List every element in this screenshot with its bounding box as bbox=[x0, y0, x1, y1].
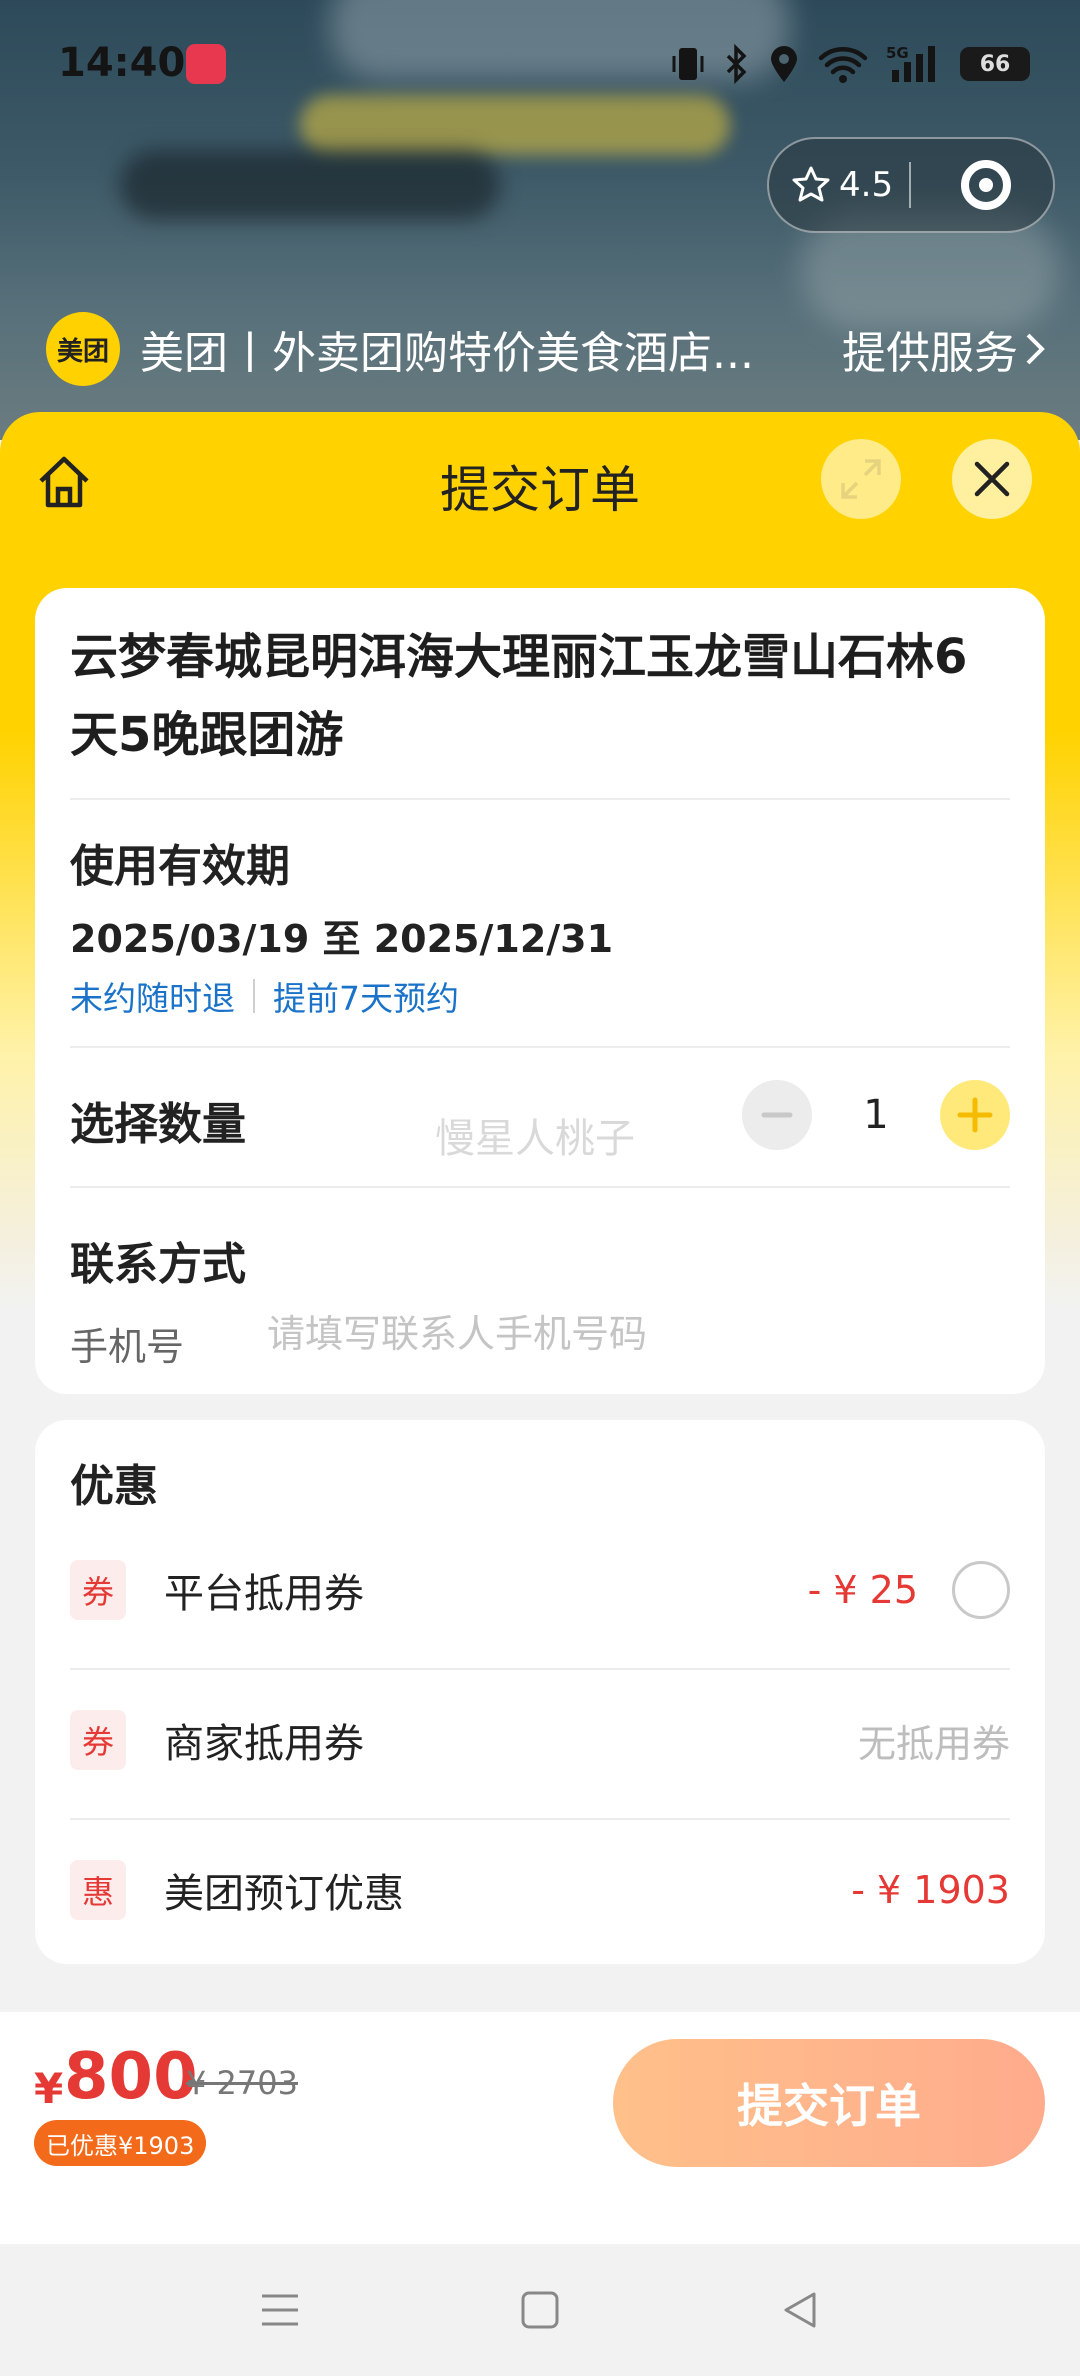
divider bbox=[70, 1046, 1010, 1048]
saved-badge: 已优惠¥1903 bbox=[34, 2120, 207, 2166]
provider-name: 美团丨外卖团购特价美食酒店... bbox=[140, 328, 754, 379]
divider bbox=[70, 1186, 1010, 1188]
status-time: 14:40 bbox=[58, 40, 186, 86]
expand-icon bbox=[841, 459, 881, 499]
page-title: 提交订单 bbox=[440, 461, 640, 519]
total-price: 800 bbox=[64, 2040, 198, 2114]
star-icon bbox=[792, 166, 830, 202]
divider bbox=[70, 798, 1010, 800]
capsule-divider bbox=[909, 162, 911, 208]
product-title: 云梦春城昆明洱海大理丽江玉龙雪山石林6天5晚跟团游 bbox=[70, 629, 968, 763]
watermark-text: 慢星人桃子 bbox=[435, 1116, 635, 1162]
sheet-header: 提交订单 bbox=[0, 412, 1080, 548]
home-square-icon[interactable] bbox=[520, 2290, 560, 2330]
close-icon bbox=[974, 461, 1010, 497]
divider bbox=[70, 1668, 1010, 1670]
product-card: 云梦春城昆明洱海大理丽江玉龙雪山石林6天5晚跟团游 使用有效期 2025/03/… bbox=[35, 588, 1045, 1394]
policy-tags: 未约随时退 提前7天预约 bbox=[70, 972, 459, 1020]
submit-order-button[interactable]: 提交订单 bbox=[613, 2039, 1045, 2167]
no-coupon-note: 无抵用券 bbox=[857, 1721, 1010, 1766]
coupon-badge: 券 bbox=[70, 1710, 126, 1770]
tag-refund[interactable]: 未约随时退 bbox=[70, 972, 235, 1020]
discount-title: 优惠 bbox=[70, 1461, 158, 1512]
coupon-badge: 券 bbox=[70, 1560, 126, 1620]
discount-row-platform-coupon[interactable]: 券 平台抵用券 - ¥ 25 bbox=[70, 1550, 1010, 1630]
minus-icon bbox=[761, 1112, 793, 1118]
discount-card: 优惠 券 平台抵用券 - ¥ 25 券 商家抵用券 无抵用券 惠 美团预订优惠 … bbox=[35, 1420, 1045, 1964]
discount-amount: - ¥ 1903 bbox=[851, 1868, 1010, 1912]
tag-reservation[interactable]: 提前7天预约 bbox=[273, 972, 459, 1020]
wifi-icon bbox=[818, 47, 868, 83]
service-provider-bar[interactable]: 美团 美团丨外卖团购特价美食酒店... 提供服务 bbox=[46, 312, 1046, 386]
menu-icon[interactable] bbox=[260, 2290, 300, 2330]
provider-service-link[interactable]: 提供服务 bbox=[842, 317, 1046, 381]
bluetooth-icon bbox=[726, 44, 747, 84]
app-notification-icon bbox=[186, 44, 226, 84]
mini-program-capsule: 4.5 bbox=[767, 137, 1055, 233]
plus-icon bbox=[957, 1097, 993, 1133]
original-price: ¥ 2703 bbox=[186, 2064, 298, 2102]
status-bar: 14:40 5G 66 bbox=[0, 0, 1080, 130]
rating-button[interactable]: 4.5 bbox=[769, 165, 909, 205]
validity-range: 2025/03/19 至 2025/12/31 bbox=[70, 917, 614, 961]
discount-label: 商家抵用券 bbox=[164, 1721, 364, 1767]
vibrate-icon bbox=[672, 48, 704, 80]
phone-input[interactable] bbox=[267, 1306, 987, 1362]
contact-label: 联系方式 bbox=[70, 1239, 246, 1290]
discount-label: 平台抵用券 bbox=[164, 1571, 364, 1617]
close-miniprogram-icon[interactable] bbox=[961, 160, 1011, 210]
battery-level: 66 bbox=[979, 51, 1011, 77]
promo-badge: 惠 bbox=[70, 1860, 126, 1920]
discount-amount: - ¥ 25 bbox=[807, 1568, 918, 1612]
signal-5g-icon: 5G bbox=[886, 44, 935, 82]
meituan-logo: 美团 bbox=[46, 312, 120, 386]
currency-symbol: ¥ bbox=[34, 2064, 64, 2113]
battery-indicator: 66 bbox=[960, 47, 1030, 81]
decrease-quantity-button[interactable] bbox=[742, 1080, 812, 1150]
discount-row-merchant-coupon[interactable]: 券 商家抵用券 无抵用券 bbox=[70, 1700, 1010, 1780]
location-icon bbox=[771, 46, 797, 82]
tag-separator bbox=[253, 979, 255, 1013]
increase-quantity-button[interactable] bbox=[940, 1080, 1010, 1150]
system-nav-bar bbox=[0, 2244, 1080, 2376]
close-button[interactable] bbox=[952, 439, 1032, 519]
status-icons: 5G 66 bbox=[670, 44, 1030, 84]
quantity-value: 1 bbox=[863, 1092, 889, 1138]
checkout-bar: ¥ 800 ¥ 2703 已优惠¥1903 提交订单 bbox=[0, 2012, 1080, 2244]
rating-value: 4.5 bbox=[839, 165, 894, 205]
coupon-radio[interactable] bbox=[952, 1561, 1010, 1619]
svg-text:5G: 5G bbox=[886, 44, 909, 62]
expand-button[interactable] bbox=[821, 439, 901, 519]
validity-label: 使用有效期 bbox=[70, 841, 290, 892]
provider-service-label: 提供服务 bbox=[842, 328, 1018, 379]
back-icon[interactable] bbox=[780, 2290, 820, 2330]
discount-row-booking: 惠 美团预订优惠 - ¥ 1903 bbox=[70, 1850, 1010, 1930]
phone-label: 手机号 bbox=[70, 1325, 185, 1369]
quantity-label: 选择数量 bbox=[70, 1099, 246, 1150]
discount-label: 美团预订优惠 bbox=[164, 1871, 404, 1917]
quantity-stepper: 1 bbox=[742, 1080, 1010, 1150]
chevron-right-icon bbox=[1026, 333, 1045, 365]
divider bbox=[70, 1818, 1010, 1820]
